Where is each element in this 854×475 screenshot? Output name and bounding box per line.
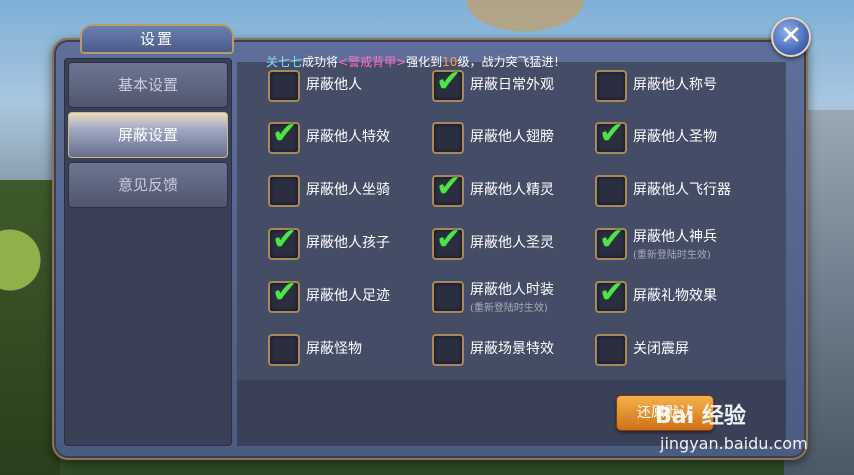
notice-text: 成功将 <box>302 55 339 69</box>
option-item[interactable]: ✔ 屏蔽他人精灵 <box>432 169 592 209</box>
option-item[interactable]: ✔ 屏蔽他人神兵 (重新登陆时生效) <box>595 222 755 262</box>
option-label: 屏蔽他人足迹 <box>306 288 390 304</box>
option-label: 屏蔽怪物 <box>306 341 362 357</box>
option-checkbox[interactable] <box>432 334 464 366</box>
option-label: 屏蔽他人特效 <box>306 129 390 145</box>
checkmark-icon: ✔ <box>599 222 625 257</box>
option-checkbox[interactable] <box>595 334 627 366</box>
option-checkbox[interactable] <box>268 175 300 207</box>
checkmark-icon: ✔ <box>272 275 298 310</box>
option-label: 屏蔽他人 <box>306 77 362 93</box>
checkmark-icon: ✔ <box>599 116 625 151</box>
option-label: 屏蔽他人圣物 <box>633 129 717 145</box>
notice-player: 关七七 <box>266 55 303 69</box>
notice-item: <警戒背甲> <box>338 55 407 69</box>
notice-text: 强化到 <box>406 55 443 69</box>
option-checkbox[interactable] <box>432 122 464 154</box>
option-checkbox[interactable]: ✔ <box>432 64 464 102</box>
sidebar-item-feedback[interactable]: 意见反馈 <box>68 162 228 208</box>
background-scenery-left <box>0 180 60 475</box>
option-note: (重新登陆时生效) <box>633 250 711 261</box>
option-item[interactable]: ✔ 屏蔽他人足迹 <box>268 275 428 315</box>
option-label: 屏蔽场景特效 <box>470 341 554 357</box>
option-item[interactable]: ✔ 屏蔽他人圣灵 <box>432 222 592 262</box>
baidu-watermark: Bai 经验 <box>655 404 746 429</box>
option-item[interactable]: 屏蔽场景特效 <box>432 332 592 368</box>
option-label: 屏蔽礼物效果 <box>633 288 717 304</box>
option-checkbox[interactable] <box>595 175 627 207</box>
option-item[interactable]: 屏蔽他人坐骑 <box>268 173 428 209</box>
checkmark-icon: ✔ <box>436 169 462 204</box>
option-checkbox[interactable]: ✔ <box>268 275 300 313</box>
option-label: 屏蔽他人坐骑 <box>306 182 390 198</box>
option-label: 屏蔽他人时装 <box>470 282 554 298</box>
checkmark-icon: ✔ <box>272 116 298 151</box>
system-notice: 关七七成功将<警戒背甲>强化到10级，战力突飞猛进！ <box>266 53 565 70</box>
window-title: 设置 <box>80 24 234 54</box>
option-checkbox[interactable]: ✔ <box>268 222 300 260</box>
option-label: 屏蔽他人孩子 <box>306 235 390 251</box>
option-label: 屏蔽他人飞行器 <box>633 182 731 198</box>
watermark-url: jingyan.baidu.com <box>660 434 808 453</box>
option-item[interactable]: 屏蔽他人称号 <box>595 68 755 104</box>
sidebar-item-block-settings[interactable]: 屏蔽设置 <box>68 112 228 158</box>
option-label: 屏蔽他人圣灵 <box>470 235 554 251</box>
option-checkbox[interactable] <box>268 334 300 366</box>
option-item[interactable]: 屏蔽他人 <box>268 68 428 104</box>
checkmark-icon: ✔ <box>436 222 462 257</box>
option-item[interactable]: 屏蔽他人时装 (重新登陆时生效) <box>432 279 592 315</box>
option-item[interactable]: ✔ 屏蔽他人孩子 <box>268 222 428 262</box>
option-item[interactable]: ✔ 屏蔽日常外观 <box>432 64 592 104</box>
option-label: 屏蔽日常外观 <box>470 77 554 93</box>
option-checkbox[interactable]: ✔ <box>432 169 464 207</box>
option-item[interactable]: 关闭震屏 <box>595 332 755 368</box>
background-statue <box>450 0 600 40</box>
option-checkbox[interactable]: ✔ <box>595 275 627 313</box>
option-checkbox[interactable] <box>595 70 627 102</box>
option-label: 关闭震屏 <box>633 341 689 357</box>
option-item[interactable]: 屏蔽他人飞行器 <box>595 173 755 209</box>
option-checkbox[interactable] <box>432 281 464 313</box>
option-item[interactable]: ✔ 屏蔽他人特效 <box>268 116 428 156</box>
option-item[interactable]: ✔ 屏蔽他人圣物 <box>595 116 755 156</box>
notice-text: 级，战力突飞猛进！ <box>457 55 566 69</box>
option-item[interactable]: ✔ 屏蔽礼物效果 <box>595 275 755 315</box>
option-checkbox[interactable]: ✔ <box>595 116 627 154</box>
notice-level: 10 <box>442 55 458 69</box>
checkmark-icon: ✔ <box>599 275 625 310</box>
option-label: 屏蔽他人称号 <box>633 77 717 93</box>
option-label: 屏蔽他人神兵 <box>633 229 717 245</box>
option-checkbox[interactable]: ✔ <box>595 222 627 260</box>
option-item[interactable]: 屏蔽他人翅膀 <box>432 120 592 156</box>
option-checkbox[interactable]: ✔ <box>432 222 464 260</box>
option-item[interactable]: 屏蔽怪物 <box>268 332 428 368</box>
checkmark-icon: ✔ <box>272 222 298 257</box>
option-note: (重新登陆时生效) <box>470 303 548 314</box>
sidebar-item-basic-settings[interactable]: 基本设置 <box>68 62 228 108</box>
option-checkbox[interactable]: ✔ <box>268 116 300 154</box>
sidebar: 基本设置 屏蔽设置 意见反馈 <box>64 58 232 446</box>
close-button[interactable]: ✕ <box>771 17 811 57</box>
option-checkbox[interactable] <box>268 70 300 102</box>
option-label: 屏蔽他人精灵 <box>470 182 554 198</box>
option-label: 屏蔽他人翅膀 <box>470 129 554 145</box>
